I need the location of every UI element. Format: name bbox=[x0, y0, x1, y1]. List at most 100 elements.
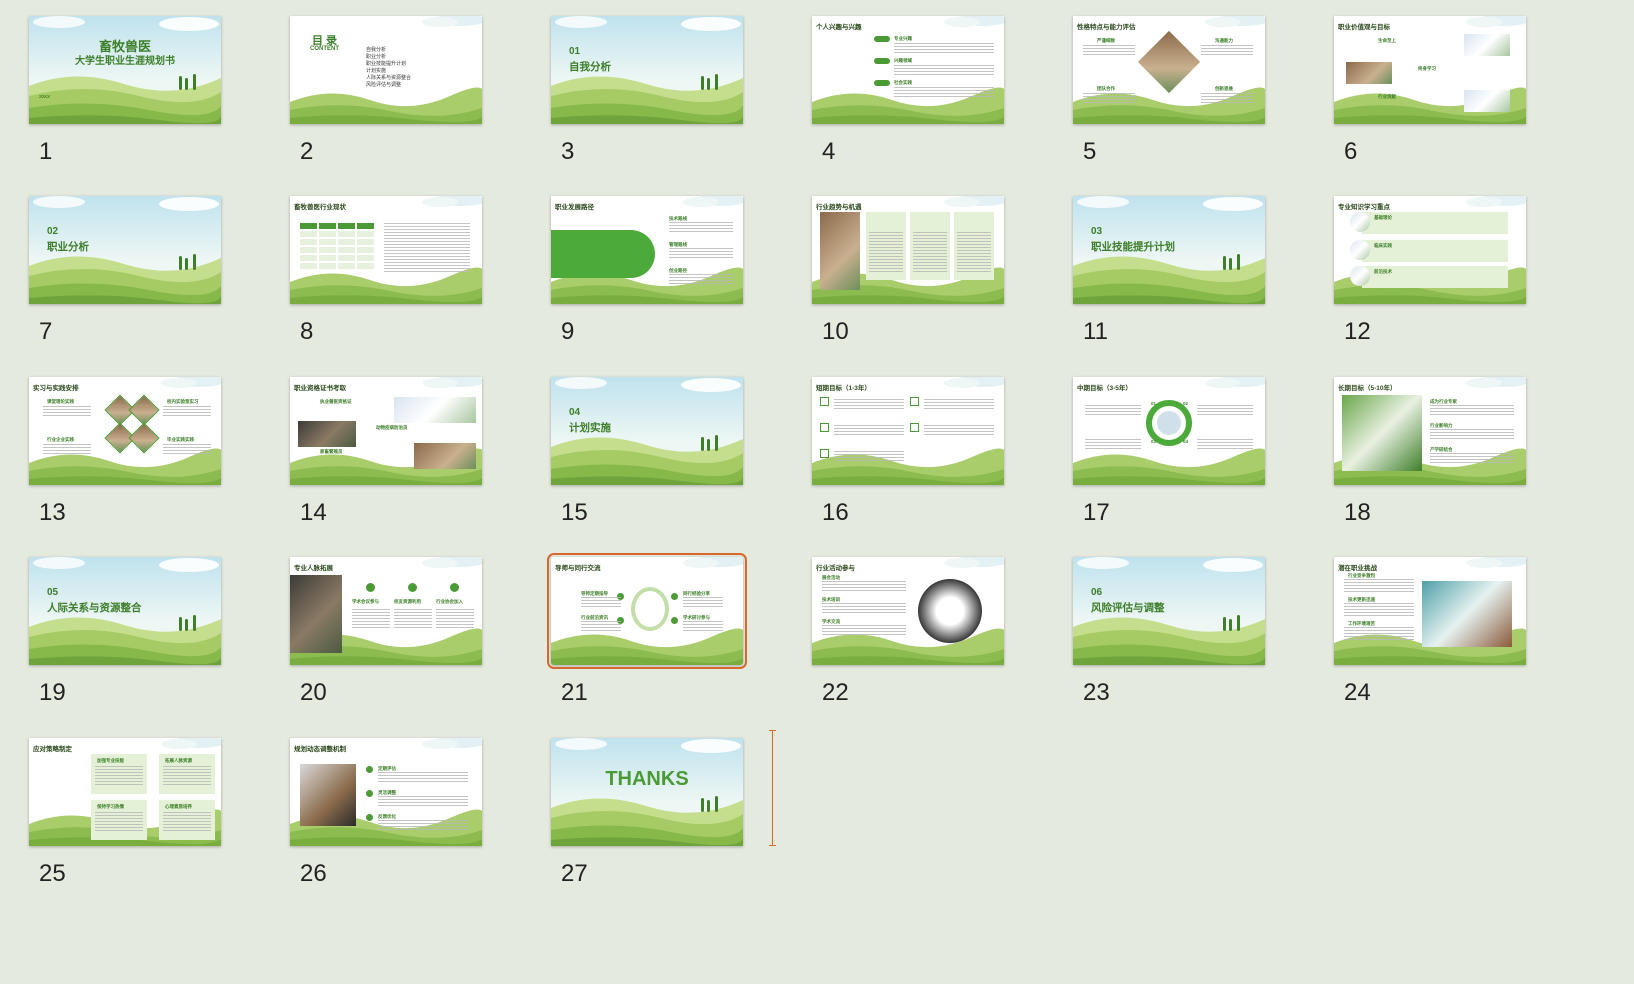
slide-title: 导师与同行交流 bbox=[555, 565, 601, 572]
slide-thumbnail-18[interactable]: 长期目标（5-10年） 成为行业专家 行业影响力 产学研结合 bbox=[1334, 377, 1526, 485]
slide-thumbnail-17[interactable]: 中期目标（3-5年） 01 02 03 04 bbox=[1073, 377, 1265, 485]
slide-thumbnail-4[interactable]: 个人兴趣与兴趣 专业兴趣 兴趣领域 社会实践 bbox=[812, 16, 1004, 124]
dot-icon bbox=[671, 617, 678, 624]
text-block bbox=[894, 43, 994, 53]
slide-thumbnail-9[interactable]: 职业发展路径 技术路线 管理路线 创业路径 bbox=[551, 196, 743, 304]
slide-item-label: 校友资源利用 bbox=[394, 599, 421, 604]
table-cell bbox=[319, 239, 336, 245]
slide-title: 实习与实践安排 bbox=[33, 385, 79, 392]
text-block bbox=[1085, 405, 1141, 417]
slide-subtitle: CONTENT bbox=[310, 46, 339, 52]
slide-number: 22 bbox=[822, 679, 849, 706]
slide-thumbnail-1[interactable]: 畜牧兽医 大学生职业生涯规划书 20XX bbox=[29, 16, 221, 124]
section-title: 人际关系与资源整合 bbox=[47, 602, 142, 614]
photo bbox=[1422, 581, 1512, 647]
slide-sorter-view: 畜牧兽医 大学生职业生涯规划书 20XX 1 目 录 CONTENT 自我分析 职业分析 职业… bbox=[0, 0, 1634, 984]
photo bbox=[1350, 240, 1370, 260]
slide-number: 9 bbox=[561, 318, 575, 345]
slide-footer: 20XX bbox=[39, 94, 51, 99]
text-block bbox=[957, 232, 991, 272]
slide-number: 25 bbox=[39, 860, 66, 887]
text-block bbox=[384, 223, 470, 273]
slide-thumbnail-19[interactable]: 05 人际关系与资源整合 bbox=[29, 557, 221, 665]
slide-item-label: 04 bbox=[1183, 439, 1189, 444]
text-block bbox=[581, 597, 621, 607]
slide-number: 15 bbox=[561, 499, 588, 526]
section-title: 计划实施 bbox=[569, 422, 611, 434]
photo bbox=[1464, 90, 1510, 112]
slide-thumbnail-12[interactable]: 专业知识学习重点 基础理论 临床实践 前沿技术 bbox=[1334, 196, 1526, 304]
slide-number: 20 bbox=[300, 679, 327, 706]
slide-thumbnail-13[interactable]: 实习与实践安排 课堂理论实践 校内实验室实习 行业企业实践 毕业实践实践 bbox=[29, 377, 221, 485]
text-block bbox=[352, 609, 390, 629]
slide-thumbnail-22[interactable]: 行业活动参与 展会活动 技术培训 学术交流 bbox=[812, 557, 1004, 665]
slide-thumbnail-25[interactable]: 应对策略制定 加强专业技能 拓展人脉资源 保持学习热情 心理素质培养 bbox=[29, 738, 221, 846]
slide-thumbnail-15[interactable]: 04 计划实施 bbox=[551, 377, 743, 485]
table-cell bbox=[338, 223, 355, 229]
slide-thumbnail-16[interactable]: 短期目标（1-3年） bbox=[812, 377, 1004, 485]
slide-subtitle: 大学生职业生涯规划书 bbox=[75, 56, 175, 67]
slide-thumbnail-2[interactable]: 目 录 CONTENT 自我分析 职业分析 职业技能提升计划 计划实施 人际关系与资源整合风… bbox=[290, 16, 482, 124]
slide-item-label: 严谨细致 bbox=[1097, 38, 1115, 43]
slide-thumbnail-6[interactable]: 职业价值观与目标 生命至上 终身学习 行业贡献 bbox=[1334, 16, 1526, 124]
slide-number: 11 bbox=[1083, 318, 1108, 345]
slide-item-label: 动物疫病防治员 bbox=[376, 425, 408, 430]
text-block bbox=[1201, 93, 1253, 105]
photo bbox=[820, 212, 860, 290]
text-block bbox=[1344, 603, 1414, 617]
table-cell bbox=[319, 247, 336, 253]
dot-icon bbox=[408, 583, 417, 592]
slide-background bbox=[29, 16, 221, 124]
table-cell bbox=[357, 239, 374, 245]
slide-number: 3 bbox=[561, 138, 575, 165]
text-block bbox=[163, 766, 211, 786]
slide-thumbnail-10[interactable]: 行业趋势与机遇 bbox=[812, 196, 1004, 304]
slide-title: 职业价值观与目标 bbox=[1338, 24, 1390, 31]
text-block bbox=[1197, 405, 1253, 417]
section-number: 01 bbox=[569, 46, 581, 57]
slide-thumbnail-11[interactable]: 03 职业技能提升计划 bbox=[1073, 196, 1265, 304]
slide-item-label: 03 bbox=[1151, 439, 1157, 444]
table-cell bbox=[319, 263, 336, 269]
slide-number: 12 bbox=[1344, 318, 1371, 345]
photo bbox=[414, 443, 476, 469]
center-circle bbox=[631, 587, 669, 631]
table-cell bbox=[338, 239, 355, 245]
slide-thumbnail-26[interactable]: 规划动态调整机制 定期评估 灵活调整 反馈优化 bbox=[290, 738, 482, 846]
slide-title: 行业趋势与机遇 bbox=[816, 204, 862, 211]
slide-number: 14 bbox=[300, 499, 327, 526]
slide-thumbnail-5[interactable]: 性格特点与能力评估 严谨细致 沟通能力 团队合作 创新思维 bbox=[1073, 16, 1265, 124]
slide-thumbnail-3[interactable]: 01 自我分析 bbox=[551, 16, 743, 124]
slide-thumbnail-7[interactable]: 02 职业分析 bbox=[29, 196, 221, 304]
slide-thumbnail-20[interactable]: 专业人脉拓展 学术会议参与 校友资源利用 行业协会加入 bbox=[290, 557, 482, 665]
slide-item-label: 拓展人脉资源 bbox=[165, 758, 192, 763]
dot-icon bbox=[366, 814, 373, 821]
text-block bbox=[669, 274, 733, 284]
slide-thumbnail-14[interactable]: 职业资格证书考取 执业兽医资格证 动物疫病防治员 家畜繁殖员 bbox=[290, 377, 482, 485]
table-cell bbox=[357, 247, 374, 253]
table-cell bbox=[319, 255, 336, 261]
slide-thumbnail-21[interactable]: 导师与同行交流 导师定期指导 同行经验分享 行业前沿资讯 学术研讨参与 bbox=[547, 553, 747, 669]
slide-title: 专业知识学习重点 bbox=[1338, 204, 1390, 211]
text-block bbox=[163, 812, 211, 832]
slide-number: 18 bbox=[1344, 499, 1371, 526]
slide-thumbnail-8[interactable]: 畜牧兽医行业现状 bbox=[290, 196, 482, 304]
slide-number: 16 bbox=[822, 499, 849, 526]
slide-item-label: 02 bbox=[1183, 401, 1189, 406]
slide-thumbnail-23[interactable]: 06 风险评估与调整 bbox=[1073, 557, 1265, 665]
text-block bbox=[95, 812, 143, 832]
table-cell bbox=[357, 231, 374, 237]
table-cell bbox=[319, 223, 336, 229]
slide-thumbnail-27[interactable]: THANKS bbox=[551, 738, 743, 846]
slide-item-label: 生命至上 bbox=[1378, 38, 1396, 43]
table-cell bbox=[357, 255, 374, 261]
section-title: 职业分析 bbox=[47, 241, 89, 253]
section-number: 05 bbox=[47, 587, 59, 598]
slide-item-label: 创新思维 bbox=[1215, 86, 1233, 91]
table-cell bbox=[300, 263, 317, 269]
slide-item-label: 校内实验室实习 bbox=[167, 399, 199, 404]
slide-thumbnail-24[interactable]: 潜在职业挑战 行业竞争激烈 技术更新迅速 工作环境艰苦 bbox=[1334, 557, 1526, 665]
section-number: 02 bbox=[47, 226, 59, 237]
slide-number: 24 bbox=[1344, 679, 1371, 706]
table-cell bbox=[300, 247, 317, 253]
